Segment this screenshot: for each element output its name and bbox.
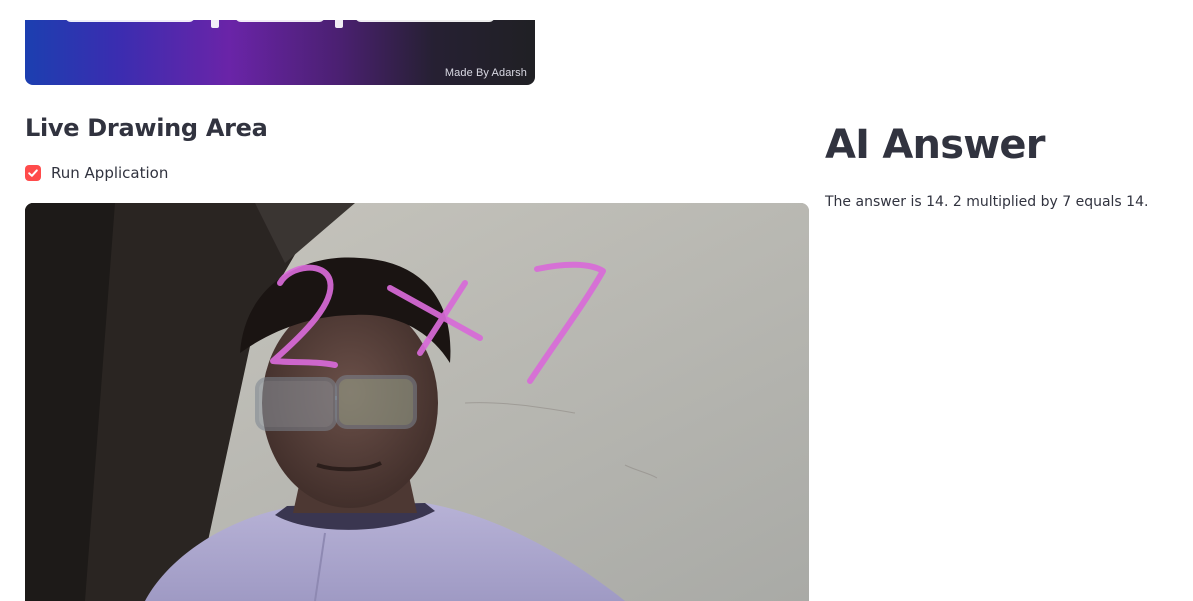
banner-credit-text: Made By Adarsh — [444, 67, 527, 79]
banner-title-remnant — [66, 20, 494, 28]
ai-answer-text: The answer is 14. 2 multiplied by 7 equa… — [825, 194, 1149, 210]
ai-answer-heading: AI Answer — [825, 122, 1045, 168]
header-banner-image: Made By Adarsh — [25, 20, 535, 85]
webcam-video-feed — [25, 203, 809, 601]
run-application-label: Run Application — [51, 164, 169, 182]
live-drawing-area-heading: Live Drawing Area — [25, 114, 268, 142]
check-icon[interactable] — [25, 165, 41, 181]
run-application-checkbox[interactable]: Run Application — [25, 164, 168, 182]
webcam-frame-image — [25, 203, 809, 601]
app-page: Made By Adarsh Live Drawing Area Run App… — [0, 0, 1193, 601]
